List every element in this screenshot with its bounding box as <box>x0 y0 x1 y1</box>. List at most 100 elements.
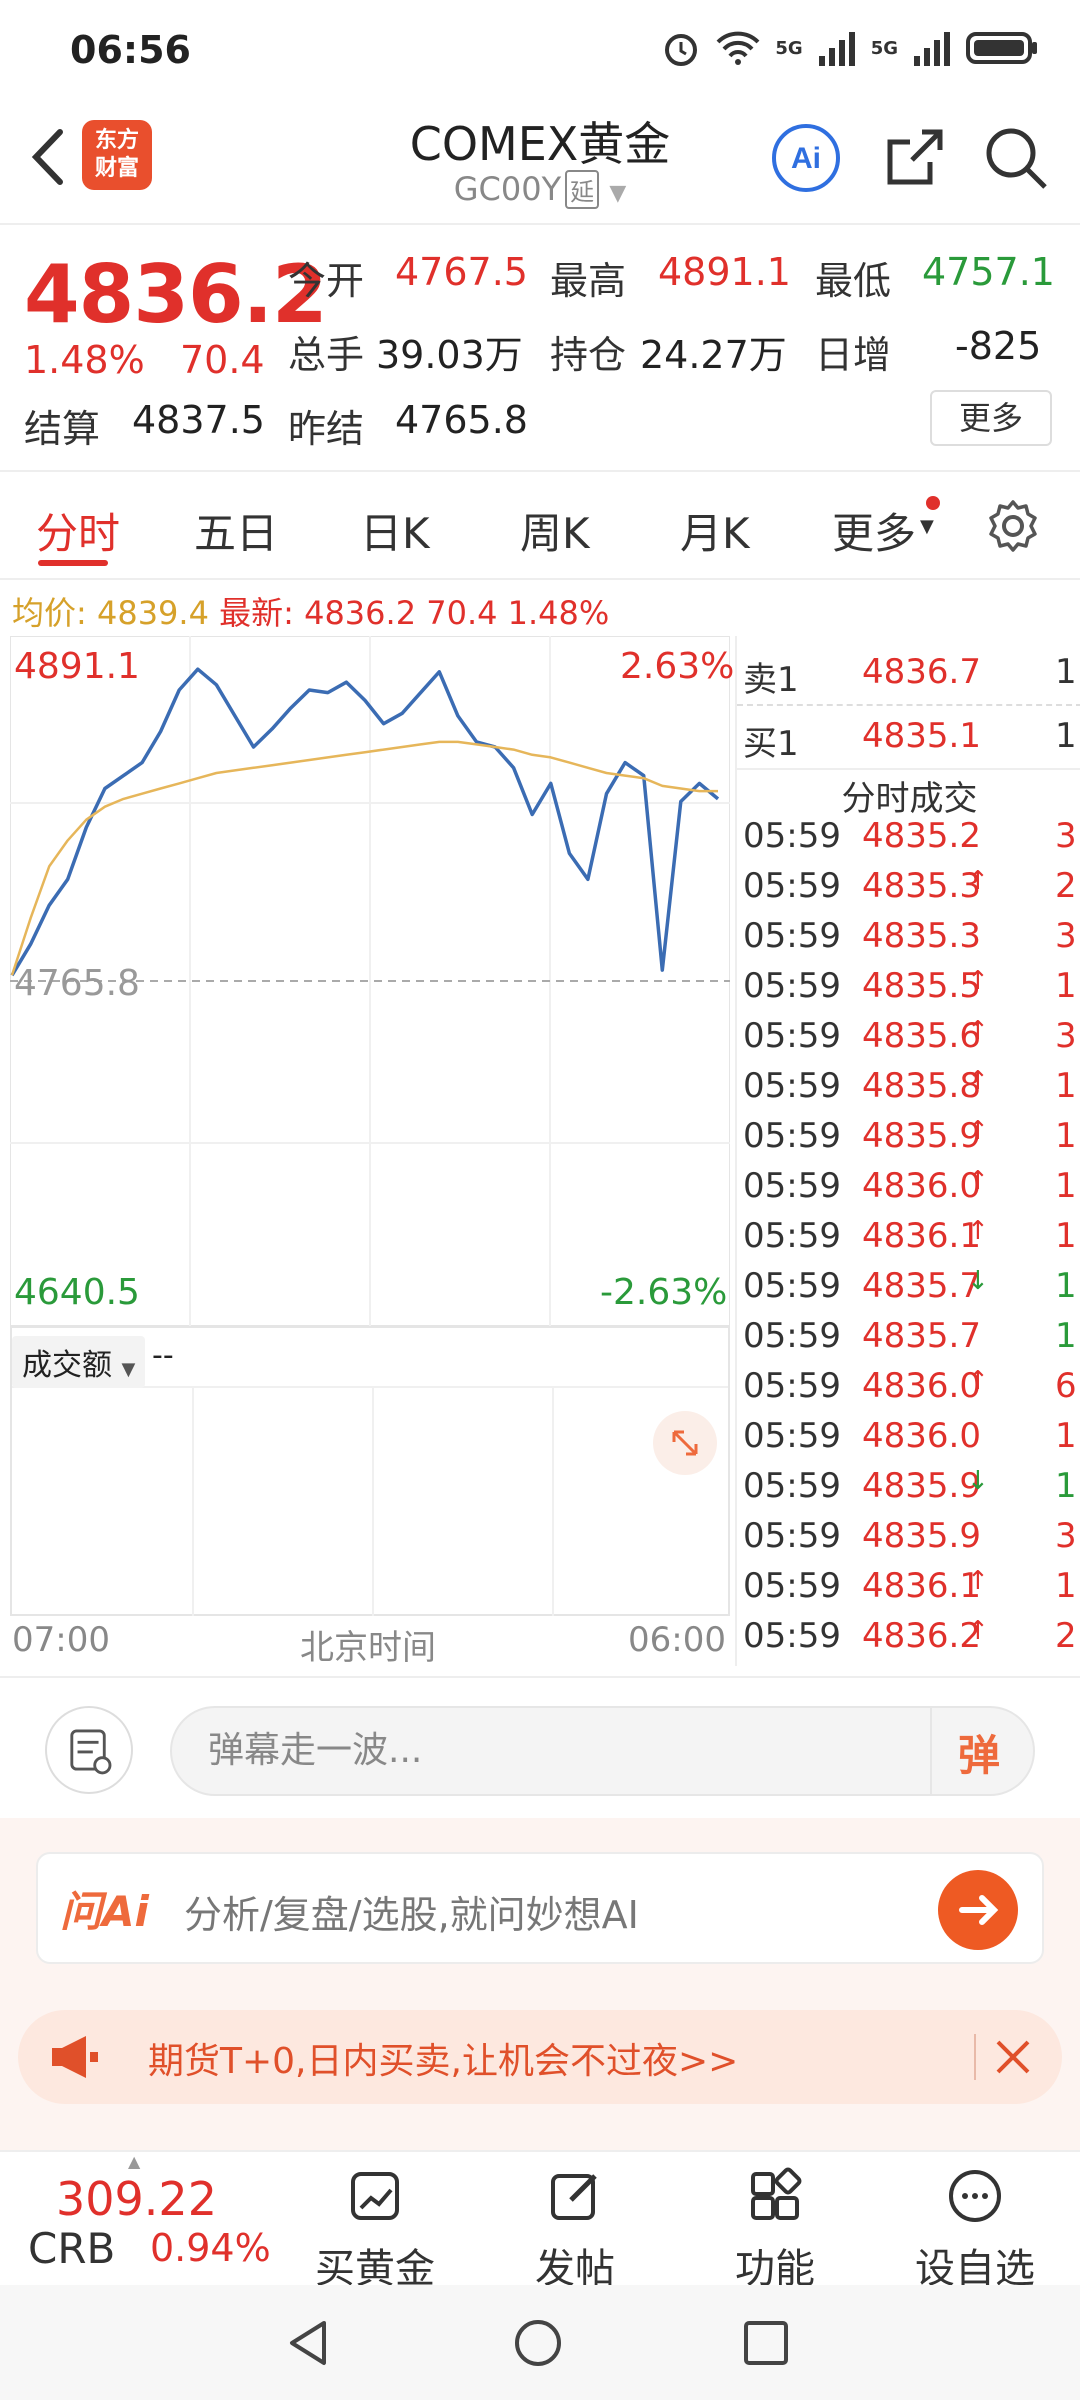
gear-icon[interactable] <box>985 498 1041 554</box>
trade-time: 05:59 <box>743 1266 841 1306</box>
trade-qty: 3 <box>1055 816 1077 856</box>
tab-active-indicator <box>38 560 108 566</box>
bid-price: 4835.1 <box>862 716 981 756</box>
trade-price: 4836.0 <box>862 1416 981 1456</box>
trade-arrow: ↑ <box>967 1366 989 1396</box>
volume-selector[interactable]: 成交额 ▼ <box>12 1336 146 1388</box>
trade-arrow: ↑ <box>967 866 989 896</box>
signal-icon <box>818 32 855 66</box>
volume-label: 总手 <box>288 333 365 377</box>
crb-pct: 0.94% <box>150 2226 271 2270</box>
comment-settings-icon[interactable] <box>45 1706 133 1794</box>
tab-daily-k[interactable]: 日K <box>360 500 430 561</box>
trade-row: 05:59 4835.2 3 <box>737 816 1080 866</box>
bottom-toolbar: ▲ 309.22 CRB 0.94% 买黄金 发帖 功能 设自选 <box>0 2150 1080 2292</box>
nav-recents-icon[interactable] <box>742 2319 790 2367</box>
share-icon[interactable] <box>878 122 950 194</box>
price-info-line: 均价: 4839.4 最新: 4836.2 70.4 1.48% <box>12 588 609 634</box>
trade-time: 05:59 <box>743 1016 841 1056</box>
functions-button[interactable]: 功能 <box>700 2160 850 2292</box>
promo-divider <box>974 2034 976 2080</box>
tab-monthly-k[interactable]: 月K <box>680 500 750 561</box>
latest-price-label: 最新: <box>219 594 294 632</box>
trade-time: 05:59 <box>743 1316 841 1356</box>
trade-time: 05:59 <box>743 866 841 906</box>
latest-pct: 1.48% <box>507 594 610 632</box>
baseline-label: 4765.8 <box>14 963 140 1004</box>
avg-price-value: 4839.4 <box>96 594 209 632</box>
tab-weekly-k[interactable]: 周K <box>520 500 590 561</box>
y-bottom-pct: -2.63% <box>600 1272 728 1313</box>
trade-qty: 1 <box>1055 1466 1077 1506</box>
prev-settle-label: 昨结 <box>288 407 365 451</box>
trade-qty: 1 <box>1055 1316 1077 1356</box>
signal-icon-2 <box>914 32 950 66</box>
ask-side: 卖1 <box>743 660 799 700</box>
comment-input[interactable]: 弹幕走一波... <box>170 1706 1035 1796</box>
ai-go-button[interactable] <box>938 1870 1018 1950</box>
prev-settle-value: 4765.8 <box>395 398 528 442</box>
wifi-icon <box>716 31 760 65</box>
tab-five-day[interactable]: 五日 <box>194 500 278 561</box>
signal-5g-label-2: 5G <box>870 37 898 59</box>
intraday-chart[interactable]: 4891.1 2.63% 4640.5 -2.63% 4765.8 <box>9 635 734 1337</box>
promo-text: 期货T+0,日内买卖,让机会不过夜>> <box>148 2041 739 2082</box>
trade-price: 4835.8 <box>862 1066 981 1106</box>
high-label: 最高 <box>550 259 627 303</box>
trade-time: 05:59 <box>743 1216 841 1256</box>
quote-panel: 4836.2 1.48% 70.4 今开 4767.5 最高 4891.1 最低… <box>0 228 1080 463</box>
volume-gridline <box>552 1386 554 1616</box>
more-dots-icon <box>949 2170 1001 2222</box>
arrow-right-icon <box>959 1895 999 1925</box>
open-label: 今开 <box>288 259 365 303</box>
trade-row: 05:59 4835.5 ↑ 1 <box>737 966 1080 1016</box>
trade-row: 05:59 4836.1 ↑ 1 <box>737 1216 1080 1266</box>
chart-tabs: 分时 五日 日K 周K 月K 更多 ▼ <box>0 470 1080 580</box>
trade-row: 05:59 4835.9 ↑ 1 <box>737 1116 1080 1166</box>
add-watchlist-button[interactable]: 设自选 <box>900 2160 1050 2292</box>
close-icon[interactable] <box>994 2038 1032 2076</box>
nav-back-icon[interactable] <box>284 2317 334 2369</box>
danmu-toggle-button[interactable]: 弹 <box>930 1708 1030 1794</box>
trade-qty: 3 <box>1055 916 1077 956</box>
ai-icon[interactable]: Ai <box>770 122 842 194</box>
time-axis-zone: 北京时间 <box>300 1628 436 1668</box>
trade-time: 05:59 <box>743 966 841 1006</box>
post-button[interactable]: 发帖 <box>500 2160 650 2292</box>
trade-time: 05:59 <box>743 1566 841 1606</box>
trade-row: 05:59 4836.2 ↑ 2 <box>737 1616 1080 1666</box>
tab-more[interactable]: 更多 <box>832 500 916 561</box>
crb-value: 309.22 <box>56 2172 217 2226</box>
promo-banner[interactable]: 期货T+0,日内买卖,让机会不过夜>> <box>18 2010 1062 2104</box>
status-icons: 5G 5G <box>661 28 1040 68</box>
trade-price: 4835.7 <box>862 1266 981 1306</box>
expand-icon[interactable] <box>650 1408 720 1478</box>
more-button[interactable]: 更多 <box>930 390 1052 446</box>
trade-price: 4836.2 <box>862 1616 981 1656</box>
ai-ask-box[interactable]: 问Ai 分析/复盘/选股,就问妙想AI <box>36 1852 1044 1964</box>
search-icon[interactable] <box>980 122 1052 194</box>
trade-time: 05:59 <box>743 1616 841 1656</box>
crb-name: CRB <box>28 2224 116 2273</box>
trade-row: 05:59 4835.3 ↑ 2 <box>737 866 1080 916</box>
trade-time: 05:59 <box>743 1166 841 1206</box>
trade-arrow: ↑ <box>967 1016 989 1046</box>
volume-value: 39.03万 <box>376 333 523 377</box>
alarm-icon <box>665 34 698 66</box>
latest-price-value: 4836.2 <box>304 594 417 632</box>
settle-value: 4837.5 <box>132 398 265 442</box>
trade-time: 05:59 <box>743 1416 841 1456</box>
trade-row: 05:59 4836.1 ↑ 1 <box>737 1566 1080 1616</box>
trade-row: 05:59 4836.0 ↑ 1 <box>737 1166 1080 1216</box>
trade-qty: 6 <box>1055 1366 1077 1406</box>
buy-gold-button[interactable]: 买黄金 <box>300 2160 450 2292</box>
chevron-down-icon: ▼ <box>920 516 934 537</box>
tab-intraday[interactable]: 分时 <box>36 500 120 561</box>
low-label: 最低 <box>815 259 892 303</box>
trade-arrow: ↓ <box>967 1266 989 1296</box>
edit-icon <box>551 2174 597 2220</box>
trade-price: 4835.9 <box>862 1466 981 1506</box>
y-bottom-label: 4640.5 <box>14 1272 140 1313</box>
trade-arrow: ↓ <box>967 1466 989 1496</box>
nav-home-icon[interactable] <box>512 2317 564 2369</box>
